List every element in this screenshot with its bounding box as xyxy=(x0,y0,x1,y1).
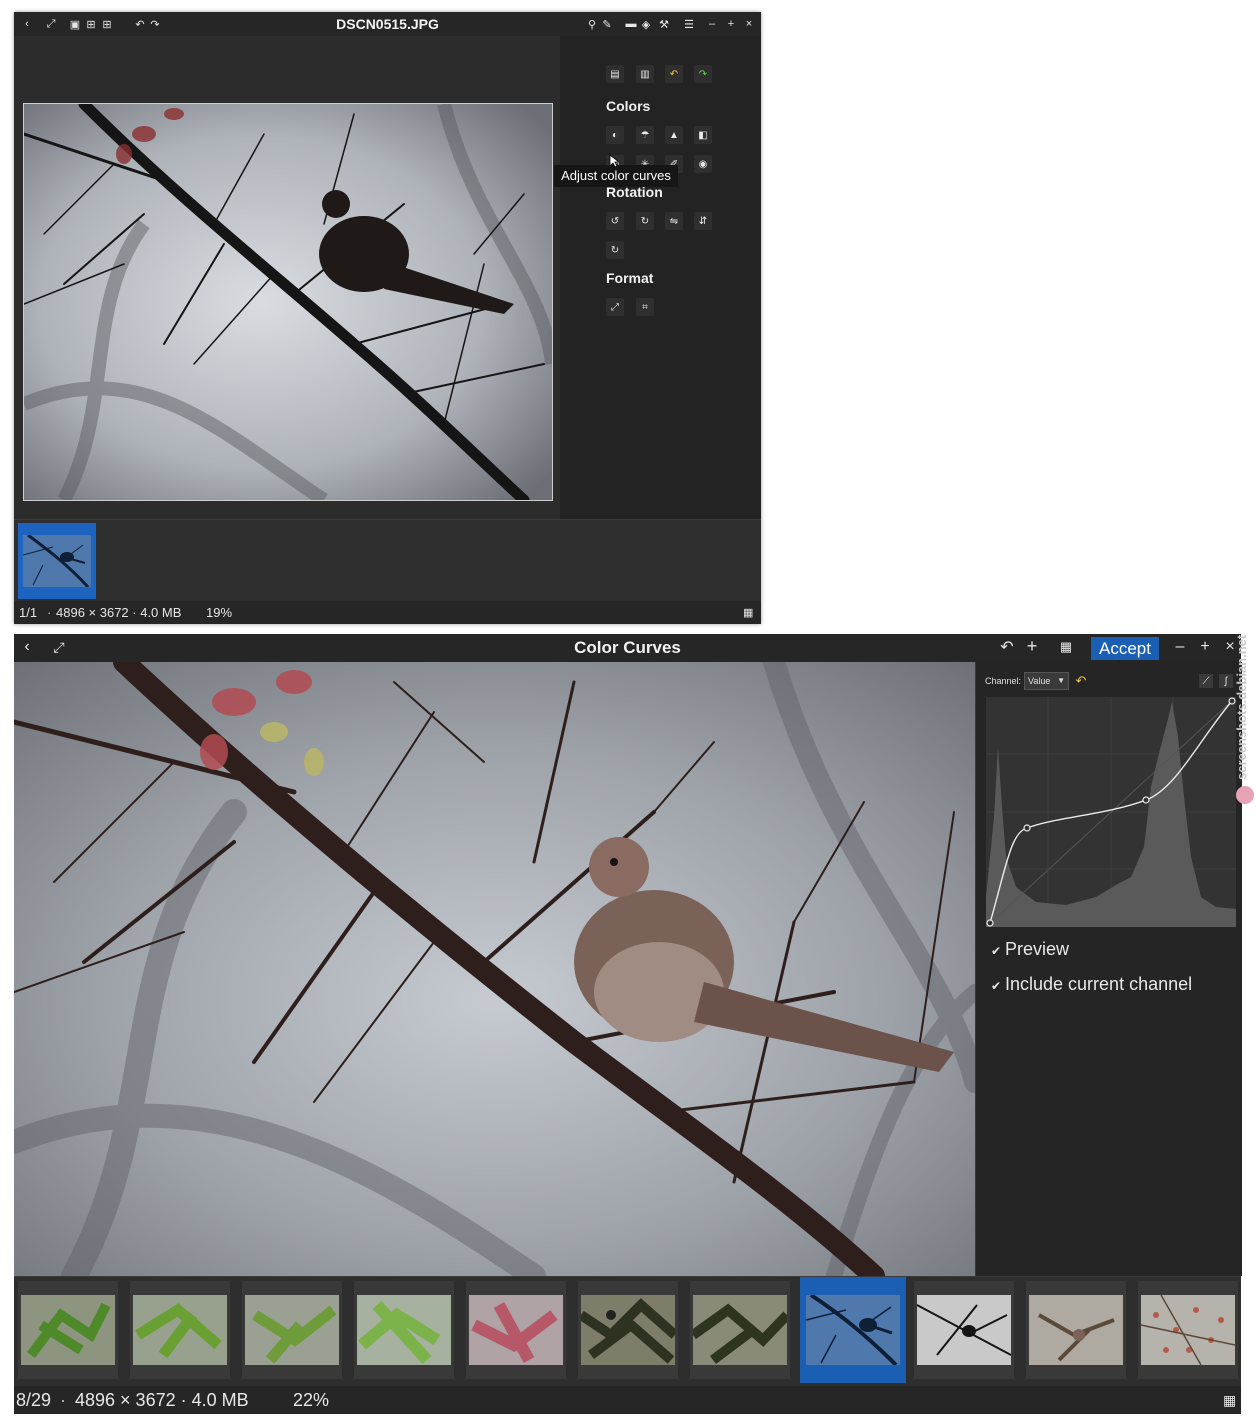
section-format: Format xyxy=(606,270,654,286)
fullscreen-icon[interactable]: ⤢ xyxy=(52,639,66,655)
flip-vertical-icon[interactable]: ⇵ xyxy=(694,212,712,230)
status-bar: 1/1 · 4896 × 3672 · 4.0 MB 19% ▦ xyxy=(14,601,761,624)
tools-icon[interactable]: ⚒ xyxy=(657,17,671,31)
window-title: Color Curves xyxy=(574,638,681,657)
flip-horizontal-icon[interactable]: ⇋ xyxy=(665,212,683,230)
filmstrip xyxy=(14,1276,1241,1387)
title-bar: ‹ ⤢ ▣ ⊞ ⊞ ↶ ↷ DSCN0515.JPG ⚲ ✎ ▬ ◈ ⚒ ☰ –… xyxy=(14,12,761,36)
reset-curve-icon[interactable]: ↶ xyxy=(1072,672,1090,690)
thumbnail[interactable] xyxy=(578,1281,678,1379)
color-curves-window: ‹ ⤢ Color Curves ↶ + ▦ Accept – + × Chan… xyxy=(14,634,1242,1414)
image-index: 8/29 xyxy=(16,1390,52,1410)
thumbnail[interactable] xyxy=(1026,1281,1126,1379)
rotate-left-icon[interactable]: ↺ xyxy=(606,212,624,230)
maximize-icon[interactable]: + xyxy=(1198,638,1212,655)
fullscreen-icon[interactable]: ⤢ xyxy=(44,17,58,31)
levels-icon[interactable]: ▲ xyxy=(665,126,683,144)
tag-icon[interactable]: ◈ xyxy=(639,17,653,31)
thumbnail[interactable] xyxy=(1138,1281,1238,1379)
thumbnail-selected[interactable] xyxy=(18,523,96,599)
tooltip: Adjust color curves xyxy=(554,165,678,187)
include-channel-checkbox[interactable]: ✔ Include current channel xyxy=(991,974,1192,995)
thumbnail[interactable] xyxy=(914,1281,1014,1379)
back-icon[interactable]: ‹ xyxy=(20,17,34,31)
redo-green-icon[interactable]: ↷ xyxy=(694,65,712,83)
check-icon: ✔ xyxy=(991,944,1002,958)
zoom-level: 22% xyxy=(293,1390,330,1410)
grid-icon[interactable]: ▦ xyxy=(743,606,753,619)
thumbnail[interactable] xyxy=(18,1281,118,1379)
image-info: 4896 × 3672 · 4.0 MB xyxy=(56,605,182,620)
single-view-icon[interactable]: ▣ xyxy=(68,17,82,31)
preview-label: Preview xyxy=(1005,939,1070,959)
thumbnail[interactable] xyxy=(242,1281,342,1379)
debian-logo-icon xyxy=(1236,786,1254,804)
title-bar: ‹ ⤢ Color Curves ↶ + ▦ Accept – + × xyxy=(14,634,1241,662)
grid-view-icon[interactable]: ⊞ xyxy=(84,17,98,31)
image-viewer-window: ‹ ⤢ ▣ ⊞ ⊞ ↶ ↷ DSCN0515.JPG ⚲ ✎ ▬ ◈ ⚒ ☰ –… xyxy=(14,12,761,624)
invert-icon[interactable]: ◧ xyxy=(694,126,712,144)
undo-icon[interactable]: ↶ xyxy=(1000,639,1014,656)
grid-icon[interactable]: ▦ xyxy=(1223,1392,1236,1409)
menu-icon[interactable]: ☰ xyxy=(682,17,696,31)
include-channel-label: Include current channel xyxy=(1005,974,1193,994)
thumbnail[interactable] xyxy=(466,1281,566,1379)
channel-label: Channel: xyxy=(985,676,1022,686)
tools-panel: ▤ ▥ ↶ ↷ Colors ◐ ☂ ▲ ◧ ◿ ✳ ✐ ◉ Rotation … xyxy=(560,36,761,533)
filmstrip xyxy=(14,519,761,602)
mouse-cursor-icon xyxy=(609,154,619,168)
redo-icon[interactable]: ↷ xyxy=(148,17,162,31)
spline-mode-icon[interactable]: ∫ xyxy=(1219,674,1233,688)
minimize-icon[interactable]: – xyxy=(705,17,719,31)
close-icon[interactable]: × xyxy=(742,17,756,31)
save-as-icon[interactable]: ▥ xyxy=(636,65,654,83)
grid-icon[interactable]: ▦ xyxy=(1059,639,1073,654)
thumbnail[interactable] xyxy=(354,1281,454,1379)
curves-panel: Channel: Value ▼ ↶ ⟋ ∫ ✔ Preview ✔ Inclu… xyxy=(975,662,1242,1276)
check-icon: ✔ xyxy=(991,979,1002,993)
linear-mode-icon[interactable]: ⟋ xyxy=(1199,674,1213,688)
watermark-text: screenshots.debian.net xyxy=(1234,634,1249,780)
back-icon[interactable]: ‹ xyxy=(20,638,34,655)
contrast-icon[interactable]: ◐ xyxy=(606,126,624,144)
image-index: 1/1 xyxy=(19,605,38,620)
rotate-free-icon[interactable]: ↻ xyxy=(606,241,624,259)
thumbnail[interactable] xyxy=(130,1281,230,1379)
resize-icon[interactable]: ⤢ xyxy=(606,298,624,316)
maximize-icon[interactable]: + xyxy=(724,17,738,31)
revert-icon[interactable]: ↶ xyxy=(665,65,683,83)
accept-button[interactable]: Accept xyxy=(1091,637,1159,660)
channel-value: Value xyxy=(1028,676,1051,686)
add-icon[interactable]: + xyxy=(1025,636,1039,656)
chevron-down-icon: ▼ xyxy=(1057,676,1065,685)
watermark: screenshots.debian.net xyxy=(1234,600,1256,810)
photo-bird-silhouette xyxy=(23,103,553,501)
channel-select[interactable]: Value ▼ xyxy=(1024,672,1069,690)
draw-icon[interactable]: ✎ xyxy=(600,17,614,31)
image-viewport[interactable] xyxy=(14,36,560,533)
status-bar: 8/29 · 4896 × 3672 · 4.0 MB 22% ▦ xyxy=(14,1386,1241,1414)
image-info: 4896 × 3672 · 4.0 MB xyxy=(75,1390,249,1410)
save-icon[interactable]: ▤ xyxy=(606,65,624,83)
minimize-icon[interactable]: – xyxy=(1173,638,1187,655)
thumbnail[interactable] xyxy=(690,1281,790,1379)
preview-checkbox[interactable]: ✔ Preview xyxy=(991,939,1069,960)
comment-icon[interactable]: ▬ xyxy=(624,17,638,31)
crop-icon[interactable]: ⌗ xyxy=(636,298,654,316)
location-icon[interactable]: ⚲ xyxy=(585,17,599,31)
thumbnail-selected[interactable] xyxy=(800,1277,906,1383)
desaturate-icon[interactable]: ☂ xyxy=(636,126,654,144)
curve-editor[interactable] xyxy=(985,696,1237,928)
zoom-level: 19% xyxy=(206,605,233,620)
photo-bird-preview[interactable] xyxy=(14,662,975,1276)
undo-icon[interactable]: ↶ xyxy=(133,17,147,31)
red-eye-icon[interactable]: ◉ xyxy=(694,155,712,173)
section-colors: Colors xyxy=(606,98,651,114)
add-icon[interactable]: ⊞ xyxy=(100,17,114,31)
rotate-right-icon[interactable]: ↻ xyxy=(636,212,654,230)
